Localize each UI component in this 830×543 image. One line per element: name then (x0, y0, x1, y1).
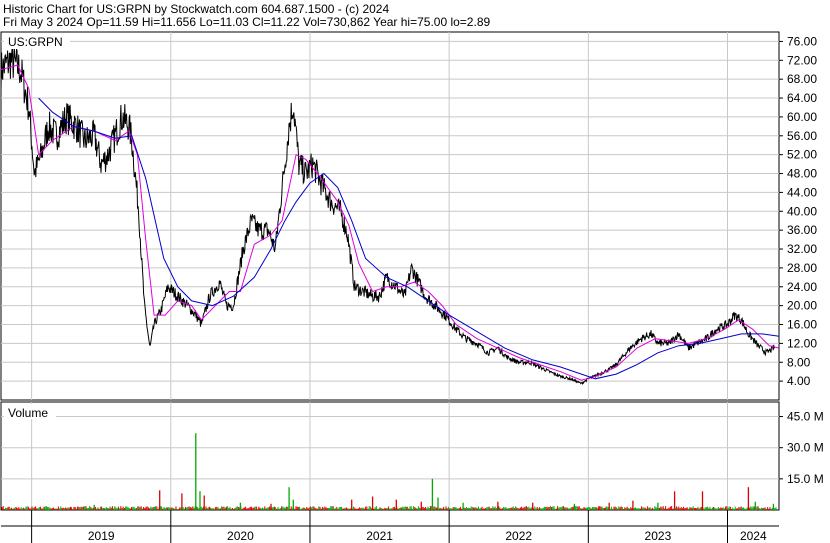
price-tick-label: 24.00 (787, 280, 817, 294)
volume-tick-label: 15.0 M (787, 472, 824, 486)
price-tick-label: 72.00 (787, 53, 817, 67)
price-tick-label: 20.00 (787, 299, 817, 313)
price-tick-label: 56.00 (787, 129, 817, 143)
price-tick-label: 36.00 (787, 223, 817, 237)
year-label: 2019 (88, 529, 115, 543)
price-tick-label: 76.00 (787, 34, 817, 48)
volume-label: Volume (8, 406, 48, 420)
chart-title: Historic Chart for US:GRPN by Stockwatch… (3, 2, 389, 16)
volume-panel-frame (0, 401, 780, 511)
price-tick-label: 16.00 (787, 318, 817, 332)
symbol-label: US:GRPN (8, 35, 63, 49)
quote-summary: Fri May 3 2024 Op=11.59 Hi=11.656 Lo=11.… (3, 15, 490, 29)
year-label: 2021 (366, 529, 393, 543)
price-tick-label: 8.00 (787, 355, 811, 369)
price-tick-label: 52.00 (787, 148, 817, 162)
year-label: 2024 (740, 529, 767, 543)
price-tick-label: 40.00 (787, 204, 817, 218)
price-tick-label: 68.00 (787, 72, 817, 86)
price-tick-label: 44.00 (787, 185, 817, 199)
price-panel: 4.00 8.00 12.00 16.00 20.00 24.00 28.00 32.00 36… (0, 31, 817, 401)
price-panel-frame (0, 31, 780, 401)
price-tick-label: 4.00 (787, 374, 811, 388)
volume-tick-label: 45.0 M (787, 410, 824, 424)
price-tick-label: 60.00 (787, 110, 817, 124)
year-label: 2020 (227, 529, 254, 543)
stock-chart: Historic Chart for US:GRPN by Stockwatch… (0, 0, 830, 543)
price-tick-label: 64.00 (787, 91, 817, 105)
price-tick-label: 32.00 (787, 242, 817, 256)
price-tick-label: 12.00 (787, 336, 817, 350)
volume-panel: 15.0 M 30.0 M 45.0 M Volume (0, 401, 824, 511)
volume-tick-label: 30.0 M (787, 441, 824, 455)
price-tick-label: 28.00 (787, 261, 817, 275)
year-label: 2023 (645, 529, 672, 543)
price-tick-label: 48.00 (787, 167, 817, 181)
year-label: 2022 (505, 529, 532, 543)
